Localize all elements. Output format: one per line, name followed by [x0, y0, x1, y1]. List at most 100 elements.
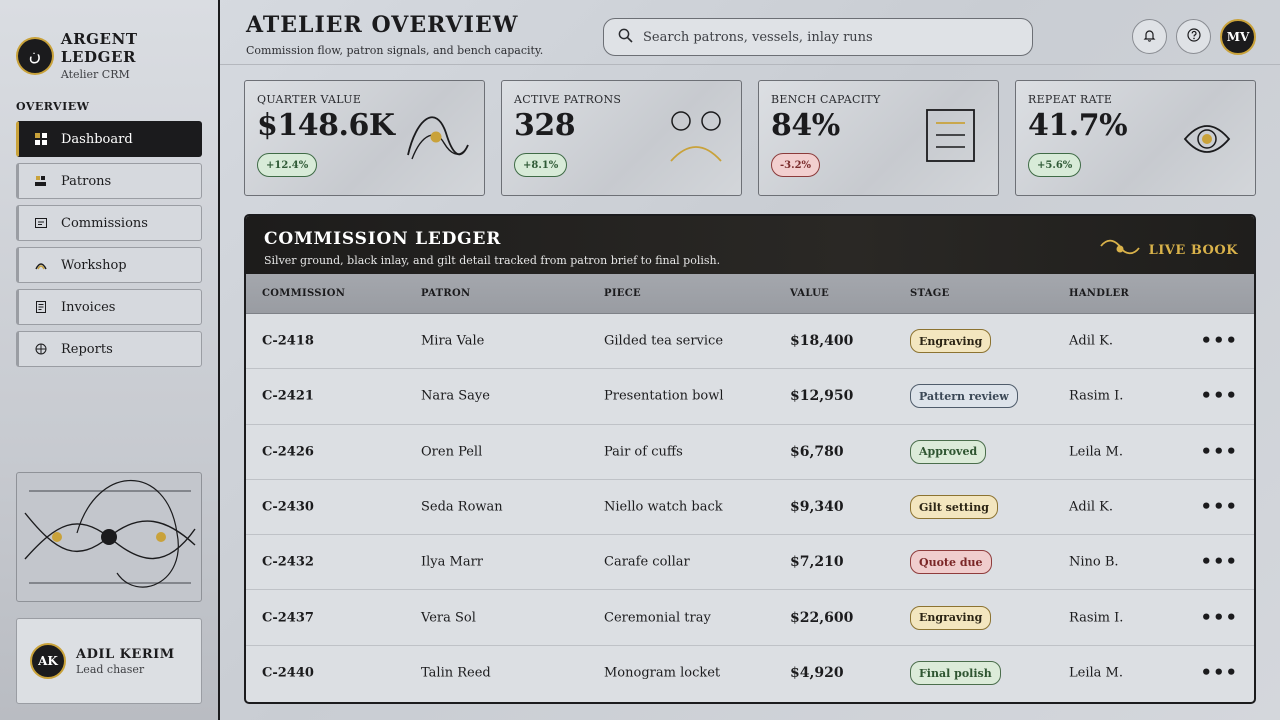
account-avatar[interactable]: MV	[1220, 19, 1256, 55]
sidebar-item-dashboard[interactable]: Dashboard	[16, 121, 202, 157]
patron-name: Vera Sol	[421, 610, 476, 626]
sidebar-item-commissions[interactable]: Commissions	[16, 205, 202, 241]
stage-badge: Quote due	[910, 550, 992, 575]
commission-value: $22,600	[790, 609, 854, 626]
stage-badge: Engraving	[910, 329, 992, 354]
piece-name: Ceremonial tray	[604, 610, 711, 626]
column-header-stage[interactable]: STAGE	[910, 288, 950, 299]
commission-value: $6,780	[790, 443, 844, 460]
table-row[interactable]: C-2421 Nara Saye Presentation bowl $12,9…	[246, 369, 1254, 425]
grid-icon	[35, 133, 47, 145]
user-card[interactable]: AK ADIL KERIM Lead chaser	[16, 618, 202, 704]
ledger-book-icon	[926, 109, 976, 167]
handler-name: Leila M.	[1069, 444, 1123, 460]
patron-name: Seda Rowan	[421, 499, 503, 515]
search-input[interactable]	[643, 29, 1013, 45]
kpi-label: BENCH CAPACITY	[771, 93, 881, 106]
row-more-icon[interactable]: •••	[1200, 331, 1238, 352]
kpi-label: REPEAT RATE	[1028, 93, 1113, 106]
header-divider	[220, 64, 1280, 65]
search-bar[interactable]	[603, 18, 1033, 56]
commission-id: C-2426	[262, 444, 314, 460]
table-row[interactable]: C-2426 Oren Pell Pair of cuffs $6,780 Ap…	[246, 425, 1254, 480]
user-name: ADIL KERIM	[76, 646, 175, 662]
bell-icon	[1143, 27, 1156, 46]
column-header-patron[interactable]: PATRON	[421, 288, 470, 299]
sidebar-item-label: Dashboard	[61, 131, 133, 147]
row-more-icon[interactable]: •••	[1200, 386, 1238, 407]
commission-value: $9,340	[790, 499, 844, 516]
message-icon	[35, 217, 47, 229]
kpi-card-bench-capacity: BENCH CAPACITY 84% -3.2%	[758, 80, 999, 196]
piece-name: Carafe collar	[604, 554, 690, 570]
column-header-handler[interactable]: HANDLER	[1069, 288, 1129, 299]
handler-name: Adil K.	[1069, 333, 1114, 349]
kpi-delta-badge: +8.1%	[514, 153, 568, 177]
kpi-card-quarter-value: QUARTER VALUE $148.6K +12.4%	[244, 80, 485, 196]
wave-icon	[406, 109, 470, 169]
live-book-label: LIVE BOOK	[1148, 242, 1238, 258]
sidebar-item-invoices[interactable]: Invoices	[16, 289, 202, 325]
patron-name: Nara Saye	[421, 388, 490, 404]
table-row[interactable]: C-2430 Seda Rowan Niello watch back $9,3…	[246, 480, 1254, 536]
sidebar-item-label: Invoices	[61, 299, 116, 315]
row-more-icon[interactable]: •••	[1200, 552, 1238, 573]
brand-subtitle: Atelier CRM	[60, 68, 130, 81]
piece-name: Monogram locket	[604, 665, 721, 681]
live-book-indicator[interactable]: LIVE BOOK	[1099, 238, 1238, 262]
kpi-card-active-patrons: ACTIVE PATRONS 328 +8.1%	[501, 80, 742, 196]
piece-name: Niello watch back	[604, 499, 723, 515]
help-button[interactable]	[1176, 19, 1211, 54]
commission-id: C-2432	[262, 554, 314, 570]
sidebar-item-reports[interactable]: Reports	[16, 331, 202, 367]
sidebar-item-label: Reports	[61, 341, 113, 357]
stage-badge: Approved	[910, 439, 987, 464]
column-header-value[interactable]: VALUE	[790, 288, 829, 299]
sidebar-nav: Dashboard Patrons Commissions Workshop I…	[16, 121, 202, 373]
user-role: Lead chaser	[76, 662, 145, 676]
row-more-icon[interactable]: •••	[1200, 663, 1238, 684]
table-row[interactable]: C-2437 Vera Sol Ceremonial tray $22,600 …	[246, 590, 1254, 646]
users-icon	[35, 175, 47, 187]
piece-name: Presentation bowl	[604, 388, 724, 404]
brand-logo-icon: ن	[16, 36, 54, 75]
stage-badge: Pattern review	[910, 384, 1018, 409]
sidebar-item-workshop[interactable]: Workshop	[16, 247, 202, 283]
table-row[interactable]: C-2432 Ilya Marr Carafe collar $7,210 Qu…	[246, 535, 1254, 591]
handler-name: Nino B.	[1069, 554, 1119, 570]
kpi-delta-badge: +12.4%	[257, 153, 318, 177]
help-icon	[1186, 27, 1201, 46]
ledger-title: COMMISSION LEDGER	[264, 229, 502, 249]
page-subtitle: Commission flow, patron signals, and ben…	[246, 44, 544, 57]
column-header-commission[interactable]: COMMISSION	[262, 288, 345, 299]
commission-id: C-2430	[262, 499, 314, 515]
column-header-piece[interactable]: PIECE	[604, 288, 641, 299]
patron-name: Talin Reed	[421, 665, 491, 681]
sidebar-item-label: Patrons	[61, 173, 112, 189]
sidebar: ن ARGENT LEDGER Atelier CRM OVERVIEW Das…	[0, 0, 220, 720]
ledger-subtitle: Silver ground, black inlay, and gilt det…	[264, 254, 721, 267]
kpi-label: QUARTER VALUE	[257, 93, 362, 106]
notifications-button[interactable]	[1132, 19, 1167, 54]
piece-name: Pair of cuffs	[604, 444, 683, 460]
commission-id: C-2440	[262, 665, 314, 681]
handler-name: Leila M.	[1069, 665, 1123, 681]
search-icon	[618, 28, 633, 47]
page-title: ATELIER OVERVIEW	[246, 12, 519, 38]
ledger-header: COMMISSION LEDGER Silver ground, black i…	[246, 216, 1254, 274]
sidebar-item-patrons[interactable]: Patrons	[16, 163, 202, 199]
live-wave-icon	[1099, 238, 1141, 262]
handler-name: Rasim I.	[1069, 388, 1124, 404]
handler-name: Adil K.	[1069, 499, 1114, 515]
sidebar-item-label: Commissions	[61, 215, 148, 231]
brand[interactable]: ن ARGENT LEDGER Atelier CRM	[16, 30, 218, 81]
handler-name: Rasim I.	[1069, 610, 1124, 626]
row-more-icon[interactable]: •••	[1200, 441, 1238, 462]
kpi-label: ACTIVE PATRONS	[514, 93, 622, 106]
table-row[interactable]: C-2418 Mira Vale Gilded tea service $18,…	[246, 314, 1254, 370]
commission-value: $18,400	[790, 333, 854, 350]
row-more-icon[interactable]: •••	[1200, 497, 1238, 518]
decorative-wave-art	[16, 472, 202, 602]
row-more-icon[interactable]: •••	[1200, 607, 1238, 628]
table-row[interactable]: C-2440 Talin Reed Monogram locket $4,920…	[246, 646, 1254, 701]
